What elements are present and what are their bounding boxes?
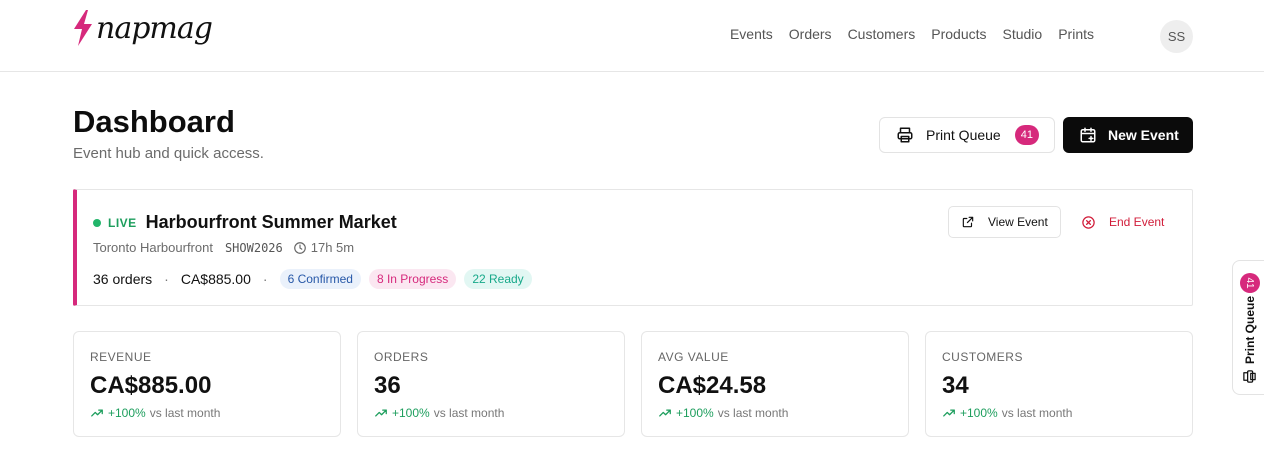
- kpi-delta-value: +100%: [392, 406, 430, 420]
- nav-item-orders[interactable]: Orders: [789, 26, 832, 42]
- event-revenue: CA$885.00: [180, 271, 251, 287]
- kpi-value: CA$24.58: [658, 372, 767, 399]
- event-meta-row: Toronto Harbourfront SHOW2026 17h 5m: [93, 240, 354, 255]
- kpi-delta-suffix: vs last month: [149, 406, 221, 420]
- end-event-button[interactable]: End Event: [1081, 206, 1181, 238]
- nav-item-products[interactable]: Products: [931, 26, 986, 42]
- x-circle-icon: [1082, 215, 1095, 229]
- live-status-dot: [93, 218, 101, 227]
- kpi-delta: +100% vs last month: [90, 406, 220, 420]
- top-navbar: napmag Events Orders Customers Products …: [0, 0, 1264, 72]
- trending-up-icon: [659, 409, 671, 417]
- kpi-delta-suffix: vs last month: [717, 406, 789, 420]
- kpi-label: REVENUE: [90, 350, 152, 364]
- trending-up-icon: [91, 409, 103, 417]
- status-chip-ready: 22 Ready: [464, 269, 532, 289]
- separator-dot: ·: [262, 271, 268, 287]
- kpi-card-revenue: REVENUE CA$885.00 +100% vs last month: [73, 331, 341, 437]
- bolt-logo-icon: [74, 10, 92, 46]
- printer-icon: [897, 127, 913, 143]
- nav-item-customers[interactable]: Customers: [848, 26, 916, 42]
- live-event-card: LIVE Harbourfront Summer Market Toronto …: [73, 189, 1193, 306]
- nav-item-studio[interactable]: Studio: [1003, 26, 1043, 42]
- kpi-delta-value: +100%: [676, 406, 714, 420]
- kpi-value: CA$885.00: [90, 372, 212, 399]
- user-avatar[interactable]: SS: [1160, 20, 1193, 53]
- trending-up-icon: [943, 409, 955, 417]
- print-queue-label: Print Queue: [926, 127, 1001, 143]
- kpi-label: CUSTOMERS: [942, 350, 1023, 364]
- new-event-label: New Event: [1108, 127, 1179, 143]
- kpi-value: 36: [374, 372, 401, 399]
- brand-logo-text: napmag: [96, 10, 213, 46]
- end-event-label: End Event: [1109, 215, 1165, 229]
- event-duration: 17h 5m: [310, 240, 355, 255]
- event-orders-count: 36 orders: [93, 271, 153, 287]
- status-chip-in-progress: 8 In Progress: [368, 269, 457, 289]
- side-tab-count-badge: 41: [1240, 273, 1260, 293]
- new-event-button[interactable]: New Event: [1063, 117, 1193, 153]
- view-event-label: View Event: [988, 215, 1048, 229]
- event-stats-row: 36 orders · CA$885.00 · 6 Confirmed 8 In…: [93, 269, 540, 289]
- trending-up-icon: [375, 409, 387, 417]
- print-queue-count-badge: 41: [1014, 125, 1039, 145]
- kpi-card-customers: CUSTOMERS 34 +100% vs last month: [925, 331, 1193, 437]
- event-location: Toronto Harbourfront: [93, 240, 213, 255]
- live-status-label: LIVE: [108, 215, 137, 230]
- page-title: Dashboard: [73, 104, 235, 139]
- nav-item-prints[interactable]: Prints: [1058, 26, 1094, 42]
- kpi-delta: +100% vs last month: [658, 406, 788, 420]
- event-title-row: LIVE Harbourfront Summer Market: [93, 212, 397, 233]
- kpi-card-orders: ORDERS 36 +100% vs last month: [357, 331, 625, 437]
- kpi-delta-suffix: vs last month: [433, 406, 505, 420]
- kpi-delta-value: +100%: [960, 406, 998, 420]
- side-tab-label: Print Queue: [1243, 296, 1257, 365]
- page-subtitle: Event hub and quick access.: [73, 145, 264, 162]
- brand-logo[interactable]: napmag: [72, 10, 213, 46]
- event-name: Harbourfront Summer Market: [145, 212, 397, 232]
- kpi-delta-suffix: vs last month: [1001, 406, 1073, 420]
- nav-item-events[interactable]: Events: [730, 26, 773, 42]
- event-code: SHOW2026: [224, 240, 283, 255]
- separator-dot: ·: [164, 271, 169, 287]
- status-chip-confirmed: 6 Confirmed: [279, 269, 361, 289]
- print-queue-side-tab[interactable]: 41 Print Queue: [1232, 260, 1264, 395]
- calendar-plus-icon: [1080, 127, 1096, 143]
- print-queue-button[interactable]: Print Queue 41: [879, 117, 1055, 153]
- kpi-delta: +100% vs last month: [374, 406, 504, 420]
- main-nav: Events Orders Customers Products Studio …: [730, 26, 1094, 42]
- kpi-label: ORDERS: [374, 350, 429, 364]
- external-link-icon: [962, 216, 974, 228]
- kpi-delta-value: +100%: [108, 406, 146, 420]
- kpi-delta: +100% vs last month: [942, 406, 1072, 420]
- kpi-card-avg-value: AVG VALUE CA$24.58 +100% vs last month: [641, 331, 909, 437]
- kpi-value: 34: [942, 372, 969, 399]
- clock-icon: [293, 241, 306, 254]
- printer-icon: [1243, 370, 1256, 383]
- kpi-label: AVG VALUE: [658, 350, 729, 364]
- view-event-button[interactable]: View Event: [948, 206, 1061, 238]
